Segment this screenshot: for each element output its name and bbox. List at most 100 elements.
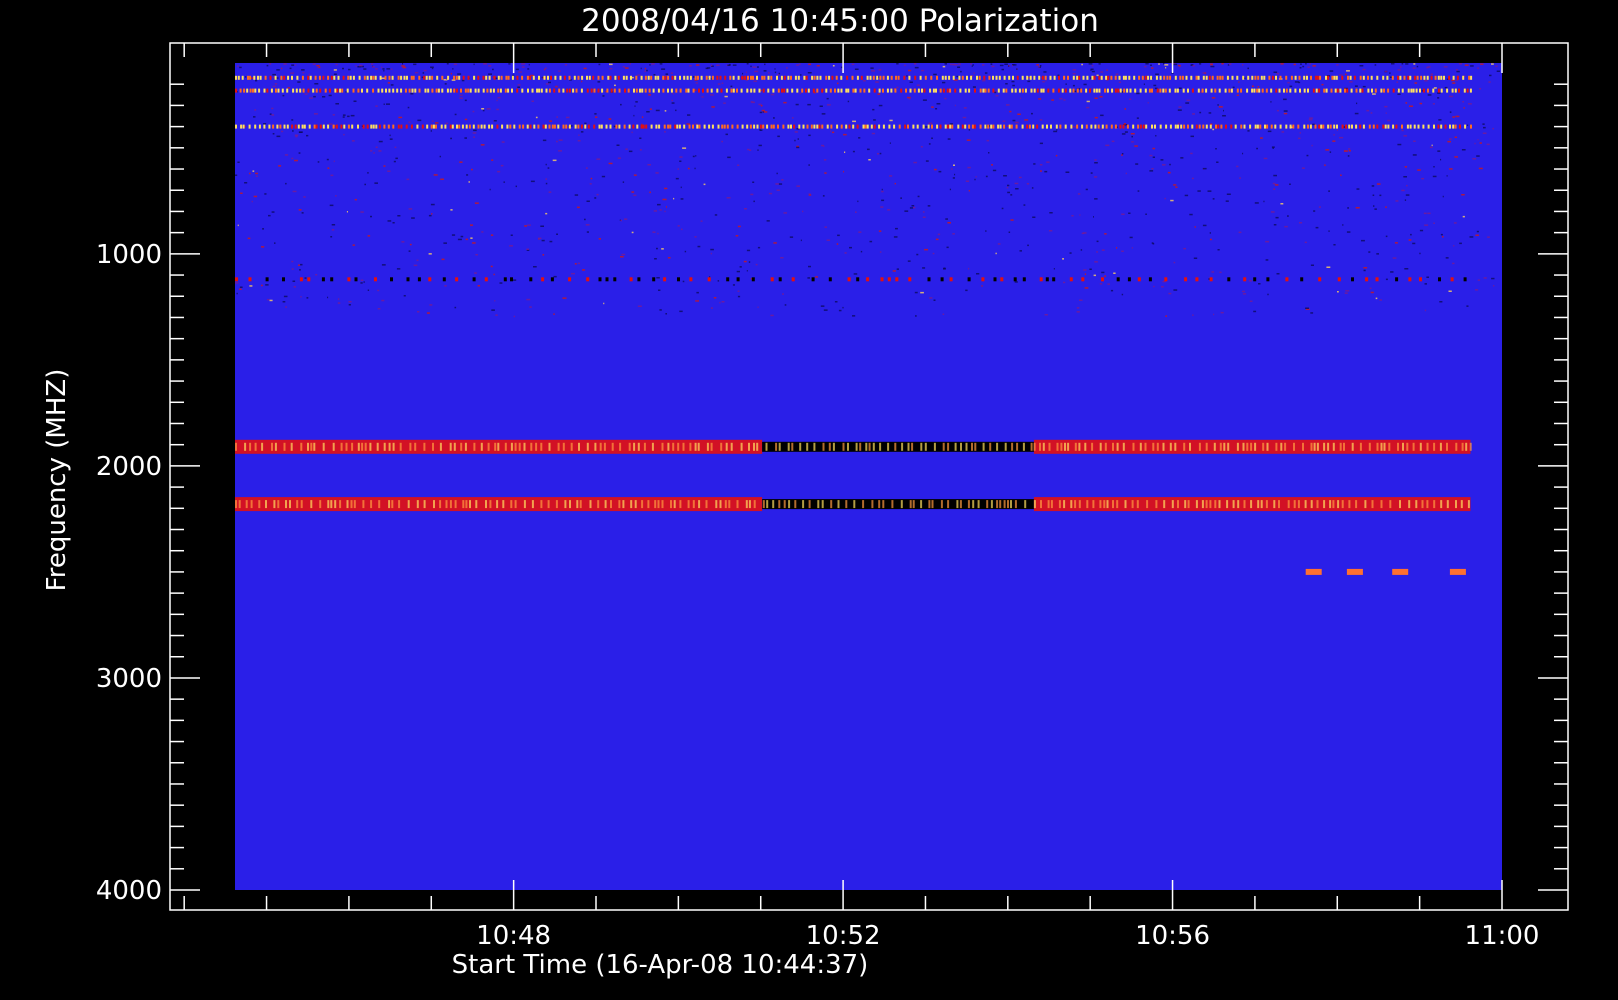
noise-speck <box>536 77 539 80</box>
feature-pixel <box>976 75 978 80</box>
feature-pixel <box>948 75 951 80</box>
noise-speck <box>1080 249 1083 251</box>
noise-speck <box>1347 207 1349 209</box>
noise-speck <box>255 79 258 82</box>
feature-pixel <box>1005 88 1008 93</box>
feature-pixel <box>947 124 950 129</box>
noise-speck <box>913 206 916 209</box>
feature-pixel <box>604 500 607 509</box>
noise-speck <box>1123 123 1126 125</box>
noise-speck <box>1161 286 1164 288</box>
feature-pixel <box>852 88 855 93</box>
noise-speck <box>1392 257 1397 259</box>
feature-pixel <box>340 442 343 451</box>
feature-pixel <box>624 88 626 93</box>
feature-pixel <box>516 88 519 93</box>
feature-pixel <box>872 75 875 80</box>
noise-speck <box>1169 163 1171 166</box>
noise-speck <box>1076 307 1080 309</box>
feature-pixel <box>1407 75 1410 80</box>
noise-speck <box>871 132 876 135</box>
noise-speck <box>682 147 687 149</box>
noise-speck <box>1160 159 1164 161</box>
noise-speck <box>1217 104 1219 106</box>
feature-pixel <box>770 277 774 282</box>
noise-speck <box>488 65 492 67</box>
feature-pixel <box>946 88 949 93</box>
noise-speck <box>494 300 496 302</box>
feature-pixel <box>973 124 976 129</box>
feature-pixel <box>362 124 365 129</box>
noise-speck <box>1137 190 1140 192</box>
feature-pixel <box>564 500 567 509</box>
noise-speck <box>852 120 856 123</box>
feature-pixel <box>1029 75 1032 80</box>
noise-speck <box>580 131 584 133</box>
noise-speck <box>1001 68 1004 71</box>
noise-speck <box>249 172 251 175</box>
feature-pixel <box>1010 500 1012 509</box>
noise-speck <box>746 63 749 65</box>
feature-pixel <box>1376 75 1379 80</box>
noise-speck <box>330 236 333 238</box>
noise-speck <box>441 258 445 261</box>
feature-pixel <box>959 88 962 93</box>
feature-pixel <box>900 88 903 93</box>
feature-pixel <box>710 88 713 93</box>
noise-speck <box>657 232 659 235</box>
plot-area <box>235 63 1502 890</box>
noise-speck <box>647 164 651 166</box>
feature-pixel <box>1426 442 1429 451</box>
noise-speck <box>537 237 542 240</box>
feature-pixel <box>840 88 843 93</box>
noise-speck <box>558 150 562 152</box>
noise-speck <box>1190 152 1193 155</box>
feature-pixel <box>992 124 995 129</box>
feature-pixel <box>1047 88 1050 93</box>
noise-speck <box>700 220 703 222</box>
noise-speck <box>1273 224 1277 226</box>
noise-speck <box>328 123 333 125</box>
noise-speck <box>721 301 725 303</box>
noise-speck <box>1247 67 1249 70</box>
feature-pixel <box>791 88 794 93</box>
feature-pixel <box>1169 124 1172 129</box>
noise-speck <box>789 236 794 238</box>
feature-pixel <box>1348 500 1351 509</box>
noise-speck <box>1164 197 1166 200</box>
feature-pixel <box>1205 442 1208 451</box>
feature-pixel <box>791 277 795 282</box>
noise-speck <box>909 207 914 209</box>
feature-pixel <box>971 442 973 451</box>
feature-pixel <box>1355 500 1358 509</box>
feature-pixel <box>1250 442 1253 451</box>
noise-speck <box>392 222 395 224</box>
noise-speck <box>1147 102 1149 104</box>
feature-pixel <box>1053 75 1056 80</box>
feature-pixel <box>652 277 656 282</box>
noise-speck <box>262 228 264 230</box>
noise-speck <box>768 72 770 74</box>
noise-speck <box>894 182 896 185</box>
feature-pixel <box>235 442 237 451</box>
noise-speck <box>1239 177 1241 179</box>
feature-pixel <box>1391 75 1394 80</box>
noise-speck <box>640 67 642 70</box>
feature-pixel <box>312 88 315 93</box>
noise-speck <box>666 206 667 208</box>
feature-pixel <box>484 277 488 282</box>
feature-pixel <box>1382 124 1385 129</box>
noise-speck <box>970 63 972 65</box>
feature-pixel <box>1432 88 1435 93</box>
noise-speck <box>627 126 629 129</box>
noise-speck <box>633 194 637 197</box>
noise-speck <box>240 192 243 194</box>
noise-speck <box>549 120 552 122</box>
feature-pixel <box>721 124 724 129</box>
noise-speck <box>524 225 527 227</box>
feature-pixel <box>1060 442 1063 451</box>
noise-speck <box>330 174 334 177</box>
feature-pixel <box>554 75 557 80</box>
feature-pixel <box>1333 75 1336 80</box>
feature-pixel <box>400 75 403 80</box>
